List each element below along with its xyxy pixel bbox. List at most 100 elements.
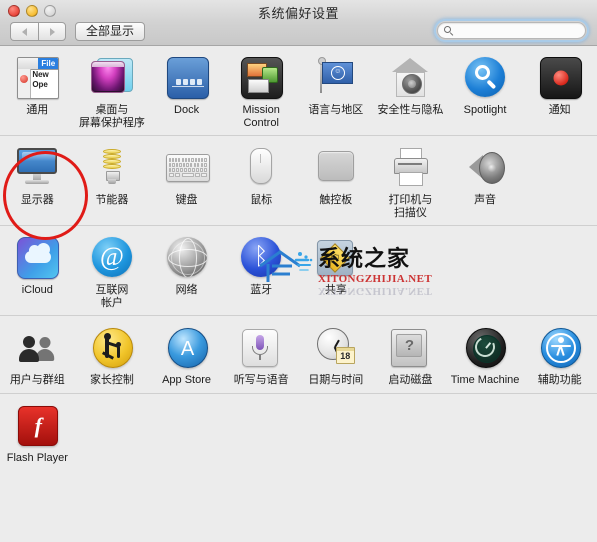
pref-row-other: f Flash Player bbox=[0, 394, 597, 471]
pref-label: 声音 bbox=[474, 194, 497, 206]
users-groups-icon bbox=[15, 325, 59, 369]
chevron-left-icon bbox=[22, 27, 27, 36]
pref-row-hardware: 显示器 节能器 键盘 鼠标 触控板 打印机与 扫描仪 声音 bbox=[0, 136, 597, 226]
pref-label: 启动磁盘 bbox=[388, 374, 433, 386]
notifications-icon bbox=[538, 55, 582, 99]
bluetooth-icon: ᛒ bbox=[239, 235, 283, 279]
navigation-buttons bbox=[10, 22, 66, 41]
pref-item-startup-disk[interactable]: ? 启动磁盘 bbox=[373, 316, 448, 393]
pref-item-bluetooth[interactable]: ᛒ 蓝牙 bbox=[224, 226, 299, 315]
pref-item-empty bbox=[448, 394, 523, 471]
general-icon-line1: New bbox=[32, 70, 49, 79]
pref-label: Flash Player bbox=[6, 451, 68, 464]
date-time-icon: 18 bbox=[314, 325, 358, 369]
pref-label: 键盘 bbox=[175, 194, 198, 206]
security-privacy-icon bbox=[388, 55, 432, 99]
pref-item-time-machine[interactable]: Time Machine bbox=[448, 316, 523, 393]
pref-label: 互联网 帐户 bbox=[95, 284, 129, 309]
pref-item-dictation-speech[interactable]: 听写与语音 bbox=[224, 316, 299, 393]
pref-item-network[interactable]: 网络 bbox=[149, 226, 224, 315]
pref-label: 触控板 bbox=[319, 194, 353, 206]
parental-controls-icon bbox=[90, 325, 134, 369]
pref-item-empty bbox=[522, 226, 597, 315]
preferences-grid: File New Ope 通用 桌面与 屏幕保护程序 Dock Mission … bbox=[0, 46, 597, 542]
pref-row-system: 用户与群组 家长控制 A App Store 听写与语音 18 日期与时间 ? … bbox=[0, 316, 597, 394]
pref-item-flash-player[interactable]: f Flash Player bbox=[0, 394, 75, 471]
pref-item-sharing[interactable]: ⚐ 共享 bbox=[299, 226, 374, 315]
search-input[interactable] bbox=[454, 23, 585, 38]
pref-item-desktop-screensaver[interactable]: 桌面与 屏幕保护程序 bbox=[75, 46, 150, 135]
pref-item-keyboard[interactable]: 键盘 bbox=[149, 136, 224, 225]
accessibility-icon bbox=[538, 325, 582, 369]
pref-item-date-time[interactable]: 18 日期与时间 bbox=[299, 316, 374, 393]
pref-label: 通用 bbox=[26, 104, 49, 116]
pref-label: 日期与时间 bbox=[308, 374, 364, 386]
flash-player-icon: f bbox=[15, 403, 59, 447]
pref-item-general[interactable]: File New Ope 通用 bbox=[0, 46, 75, 135]
printers-scanners-icon bbox=[388, 145, 432, 189]
internet-accounts-icon: @ bbox=[90, 235, 134, 279]
pref-item-spotlight[interactable]: Spotlight bbox=[448, 46, 523, 135]
pref-label: Dock bbox=[174, 104, 200, 116]
pref-item-notifications[interactable]: 通知 bbox=[522, 46, 597, 135]
pref-item-empty bbox=[149, 394, 224, 471]
pref-item-empty bbox=[224, 394, 299, 471]
pref-label: iCloud bbox=[21, 284, 53, 296]
search-field[interactable] bbox=[437, 22, 586, 39]
forward-button[interactable] bbox=[38, 22, 66, 41]
pref-label: 通知 bbox=[548, 104, 571, 116]
network-icon bbox=[165, 235, 209, 279]
mouse-icon bbox=[239, 145, 283, 189]
icloud-icon bbox=[15, 235, 60, 279]
pref-item-mission-control[interactable]: Mission Control bbox=[224, 46, 299, 135]
pref-item-dock[interactable]: Dock bbox=[149, 46, 224, 135]
dock-icon bbox=[165, 55, 209, 99]
pref-item-parental-controls[interactable]: 家长控制 bbox=[75, 316, 150, 393]
pref-item-internet-accounts[interactable]: @ 互联网 帐户 bbox=[75, 226, 150, 315]
spotlight-icon bbox=[463, 55, 507, 99]
pref-item-energy-saver[interactable]: 节能器 bbox=[75, 136, 150, 225]
show-all-button[interactable]: 全部显示 bbox=[75, 22, 146, 41]
pref-item-language-region[interactable]: ☺ 语言与地区 bbox=[299, 46, 374, 135]
dictation-speech-icon bbox=[239, 325, 283, 369]
search-field-wrapper bbox=[434, 19, 589, 42]
pref-item-displays[interactable]: 显示器 bbox=[0, 136, 75, 225]
pref-item-users-groups[interactable]: 用户与群组 bbox=[0, 316, 75, 393]
pref-row-internet-wireless: iCloud @ 互联网 帐户 网络 ᛒ 蓝牙 ⚐ 共享 bbox=[0, 226, 597, 316]
pref-label: 显示器 bbox=[20, 194, 54, 206]
startup-disk-icon: ? bbox=[388, 325, 432, 369]
pref-label: 用户与群组 bbox=[9, 374, 65, 386]
pref-label: 节能器 bbox=[95, 194, 129, 206]
pref-label: Mission Control bbox=[242, 104, 280, 129]
pref-row-personal: File New Ope 通用 桌面与 屏幕保护程序 Dock Mission … bbox=[0, 46, 597, 136]
pref-label: Spotlight bbox=[463, 104, 507, 116]
displays-icon bbox=[15, 145, 59, 189]
pref-label: 鼠标 bbox=[250, 194, 273, 206]
pref-label: 蓝牙 bbox=[250, 284, 273, 296]
back-button[interactable] bbox=[10, 22, 38, 41]
pref-label: 辅助功能 bbox=[537, 374, 582, 386]
pref-label: 家长控制 bbox=[89, 374, 134, 386]
general-icon: File New Ope bbox=[15, 55, 60, 99]
pref-item-security-privacy[interactable]: 安全性与隐私 bbox=[373, 46, 448, 135]
pref-item-app-store[interactable]: A App Store bbox=[149, 316, 224, 393]
pref-item-accessibility[interactable]: 辅助功能 bbox=[522, 316, 597, 393]
pref-item-sound[interactable]: 声音 bbox=[448, 136, 523, 225]
date-badge: 18 bbox=[340, 351, 351, 361]
pref-item-icloud[interactable]: iCloud bbox=[0, 226, 75, 315]
search-icon bbox=[444, 25, 454, 36]
general-icon-line2: Ope bbox=[32, 80, 48, 89]
pref-item-empty bbox=[299, 394, 374, 471]
pref-item-mouse[interactable]: 鼠标 bbox=[224, 136, 299, 225]
app-store-icon: A bbox=[165, 325, 209, 369]
pref-label: 安全性与隐私 bbox=[377, 104, 444, 116]
pref-item-printers-scanners[interactable]: 打印机与 扫描仪 bbox=[373, 136, 448, 225]
pref-item-empty bbox=[373, 226, 448, 315]
pref-item-empty bbox=[448, 226, 523, 315]
sound-icon bbox=[463, 145, 507, 189]
language-region-icon: ☺ bbox=[314, 55, 358, 99]
pref-label: 网络 bbox=[175, 284, 198, 296]
pref-item-empty bbox=[522, 136, 597, 225]
pref-item-empty bbox=[373, 394, 448, 471]
pref-item-trackpad[interactable]: 触控板 bbox=[299, 136, 374, 225]
